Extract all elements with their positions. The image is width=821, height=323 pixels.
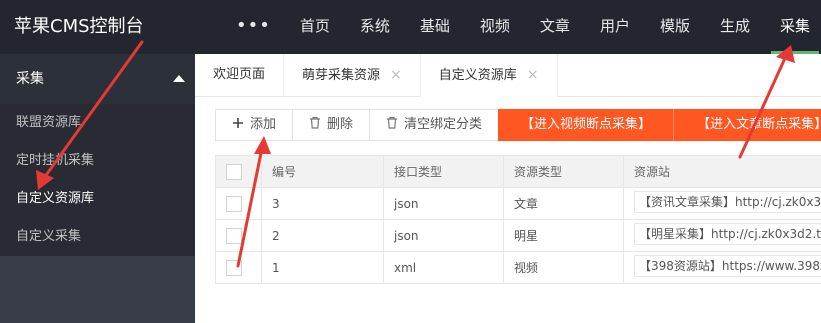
delete-button[interactable]: 删除 bbox=[292, 109, 371, 141]
cell-api-type: json bbox=[383, 187, 504, 220]
row-select-cell bbox=[215, 251, 262, 284]
select-all-checkbox[interactable] bbox=[226, 163, 242, 180]
sidebar-item-scheduled-collect[interactable]: 定时挂机采集 bbox=[0, 142, 195, 180]
tab-custom-library[interactable]: 自定义资源库 × bbox=[420, 54, 558, 98]
cell-resource-site: 【398资源站】https://www.398zy.com bbox=[623, 251, 821, 284]
table-header-row: 编号 接口类型 资源类型 资源站 bbox=[215, 155, 821, 188]
sidebar-item-custom-collect[interactable]: 自定义采集 bbox=[0, 218, 195, 256]
delete-button-label: 删除 bbox=[327, 117, 354, 132]
add-button-label: 添加 bbox=[250, 117, 277, 132]
resource-site-link[interactable]: 【明星采集】http://cj.zk0x3d2.top bbox=[634, 223, 821, 245]
close-icon[interactable]: × bbox=[527, 67, 539, 83]
row-checkbox[interactable] bbox=[226, 259, 242, 276]
nav-generate[interactable]: 生成 bbox=[705, 0, 765, 54]
cell-id: 2 bbox=[261, 219, 384, 252]
caret-up-icon bbox=[173, 75, 185, 82]
close-icon[interactable]: × bbox=[390, 67, 402, 83]
resource-table: 编号 接口类型 资源类型 资源站 3 json 文章 【资讯文章采集】http:… bbox=[215, 155, 821, 284]
clear-bind-button[interactable]: 清空绑定分类 bbox=[369, 109, 500, 141]
top-nav: ••• 首页 系统 基础 视频 文章 用户 模版 生成 采集 bbox=[222, 0, 821, 54]
row-checkbox[interactable] bbox=[226, 227, 242, 244]
clear-bind-button-label: 清空绑定分类 bbox=[404, 117, 483, 132]
trash-icon bbox=[309, 110, 321, 140]
more-menu-icon[interactable]: ••• bbox=[222, 0, 285, 54]
video-resume-collect-button[interactable]: 【进入视频断点采集】 bbox=[498, 109, 675, 141]
nav-user[interactable]: 用户 bbox=[585, 0, 645, 54]
column-header-id: 编号 bbox=[261, 155, 384, 188]
nav-article[interactable]: 文章 bbox=[525, 0, 585, 54]
tab-welcome[interactable]: 欢迎页面 bbox=[195, 54, 285, 97]
cell-resource-type: 视频 bbox=[503, 251, 624, 284]
nav-basic[interactable]: 基础 bbox=[405, 0, 465, 54]
table-row: 2 json 明星 【明星采集】http://cj.zk0x3d2.top bbox=[215, 219, 821, 252]
resource-site-link[interactable]: 【资讯文章采集】http://cj.zk0x3d2.top bbox=[634, 191, 821, 213]
article-resume-collect-button[interactable]: 【进入文章断点采集】 bbox=[674, 109, 821, 141]
nav-collect[interactable]: 采集 bbox=[765, 0, 821, 54]
row-select-cell bbox=[215, 187, 262, 220]
sidebar: 采集 联盟资源库 定时挂机采集 自定义资源库 自定义采集 bbox=[0, 54, 195, 323]
plus-icon bbox=[232, 110, 244, 140]
nav-home[interactable]: 首页 bbox=[285, 0, 345, 54]
column-header-api-type: 接口类型 bbox=[383, 155, 504, 188]
add-button[interactable]: 添加 bbox=[215, 109, 294, 141]
column-header-resource-type: 资源类型 bbox=[503, 155, 624, 188]
resource-site-link[interactable]: 【398资源站】https://www.398zy.com bbox=[634, 255, 821, 277]
select-all-cell bbox=[215, 155, 262, 188]
sidebar-item-custom-library[interactable]: 自定义资源库 bbox=[0, 180, 195, 218]
sidebar-items: 联盟资源库 定时挂机采集 自定义资源库 自定义采集 bbox=[0, 104, 195, 256]
nav-template[interactable]: 模版 bbox=[645, 0, 705, 54]
row-select-cell bbox=[215, 219, 262, 252]
sidebar-section-collect[interactable]: 采集 bbox=[0, 54, 195, 104]
nav-video[interactable]: 视频 bbox=[465, 0, 525, 54]
cell-id: 1 bbox=[261, 251, 384, 284]
tab-label: 自定义资源库 bbox=[438, 68, 517, 83]
cell-resource-site: 【资讯文章采集】http://cj.zk0x3d2.top bbox=[623, 187, 821, 220]
row-checkbox[interactable] bbox=[226, 195, 242, 212]
cell-resource-type: 文章 bbox=[503, 187, 624, 220]
cell-resource-site: 【明星采集】http://cj.zk0x3d2.top bbox=[623, 219, 821, 252]
tab-mengya-collect[interactable]: 萌芽采集资源 × bbox=[284, 54, 421, 97]
nav-system[interactable]: 系统 bbox=[345, 0, 405, 54]
sidebar-section-label: 采集 bbox=[16, 71, 44, 87]
cell-api-type: xml bbox=[383, 251, 504, 284]
top-header: 苹果CMS控制台 ••• 首页 系统 基础 视频 文章 用户 模版 生成 采集 bbox=[0, 0, 821, 54]
main-content: 添加 删除 清空绑定分类 【进入视频断点采集】 【进入文章断点采集】 编号 接口… bbox=[195, 97, 821, 323]
tab-label: 欢迎页面 bbox=[213, 67, 266, 82]
brand-title: 苹果CMS控制台 bbox=[14, 16, 144, 37]
trash-icon bbox=[386, 110, 398, 140]
column-header-resource-site: 资源站 bbox=[623, 155, 821, 188]
sidebar-item-union-library[interactable]: 联盟资源库 bbox=[0, 104, 195, 142]
table-row: 3 json 文章 【资讯文章采集】http://cj.zk0x3d2.top bbox=[215, 187, 821, 220]
cell-id: 3 bbox=[261, 187, 384, 220]
table-row: 1 xml 视频 【398资源站】https://www.398zy.com bbox=[215, 251, 821, 284]
tab-bar: 欢迎页面 萌芽采集资源 × 自定义资源库 × bbox=[195, 54, 821, 98]
cell-resource-type: 明星 bbox=[503, 219, 624, 252]
cell-api-type: json bbox=[383, 219, 504, 252]
tab-label: 萌芽采集资源 bbox=[302, 68, 381, 83]
toolbar: 添加 删除 清空绑定分类 【进入视频断点采集】 【进入文章断点采集】 bbox=[215, 109, 821, 141]
